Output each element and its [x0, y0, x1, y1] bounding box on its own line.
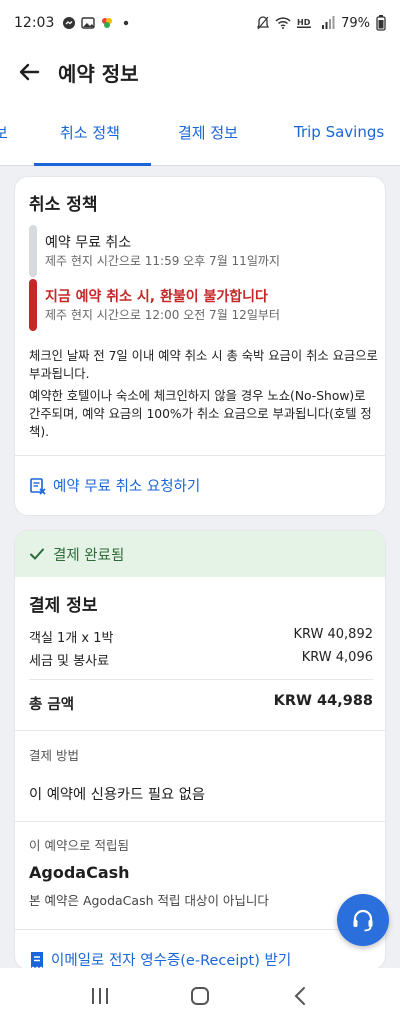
tab-hotel-partial[interactable]: 보: [0, 98, 8, 166]
payment-title: 결제 정보: [29, 596, 98, 616]
agodacash-brand: AgodaCash: [29, 863, 130, 882]
gallery-icon: [81, 17, 96, 29]
price-row-tax: 세금 및 봉사료 KRW 4,096: [29, 650, 373, 669]
customer-support-button[interactable]: [337, 894, 389, 946]
home-icon: [191, 987, 209, 1005]
no-refund-start: 제주 현지 시간으로 12:00 오전 7월 12일부터: [45, 308, 280, 322]
tab-indicator: [34, 163, 151, 166]
policy-paragraph-1: 체크인 날짜 전 7일 이내 예약 취소 시 총 숙박 요금이 취소 요금으로 …: [29, 349, 378, 381]
agodacash-note: 본 예약은 AgodaCash 적립 대상이 아닙니다: [29, 893, 269, 908]
hd-voice-icon: HD: [297, 18, 312, 28]
home-button[interactable]: [180, 976, 220, 1016]
payment-method-value: 이 예약에 신용카드 필요 없음: [29, 787, 206, 803]
price-row-label: 객실 1개 x 1박: [29, 631, 114, 646]
free-cancel-deadline: 제주 현지 시간으로 11:59 오후 7월 11일까지: [45, 254, 280, 268]
tab-cancellation-policy[interactable]: 취소 정책: [60, 98, 120, 166]
cancel-document-icon: [30, 477, 46, 495]
photos-icon: [102, 18, 113, 28]
app-bar: 예약 정보: [0, 46, 400, 98]
back-button[interactable]: [0, 46, 58, 98]
divider: [15, 730, 385, 731]
back-chevron-icon: [294, 987, 305, 1005]
payment-status-banner: 결제 완료됨: [15, 531, 385, 577]
receipt-icon: [31, 951, 43, 968]
total-label: 총 금액: [29, 697, 75, 713]
policy-title: 취소 정책: [29, 195, 98, 215]
free-cancel-bar: [29, 225, 37, 277]
back-nav-button[interactable]: [280, 976, 320, 1016]
earned-label: 이 예약으로 적립됨: [29, 838, 129, 853]
battery-percent: 79%: [341, 15, 370, 31]
recent-apps-button[interactable]: [80, 976, 120, 1016]
request-free-cancel-link[interactable]: 예약 무료 취소 요청하기: [29, 475, 200, 496]
dot-icon: [124, 20, 129, 26]
signal-icon: [322, 16, 335, 29]
payment-card: 결제 완료됨 결제 정보 객실 1개 x 1박 KRW 40,892 세금 및 …: [14, 530, 386, 970]
price-row-value: KRW 40,892: [293, 627, 373, 642]
alarm-icon: [257, 16, 270, 30]
status-time: 12:03: [14, 15, 55, 31]
divider: [15, 929, 385, 930]
back-arrow-icon: [19, 63, 40, 81]
total-value: KRW 44,988: [273, 693, 373, 709]
messenger-icon: [63, 17, 76, 29]
email-receipt-label: 이메일로 전자 영수증(e-Receipt) 받기: [51, 953, 292, 969]
divider: [29, 679, 373, 680]
price-row-value: KRW 4,096: [301, 650, 373, 665]
page-title: 예약 정보: [58, 61, 139, 86]
cancellation-policy-card: 취소 정책 예약 무료 취소 제주 현지 시간으로 11:59 오후 7월 11…: [14, 176, 386, 516]
section-tabs: 보 취소 정책 결제 정보 Trip Savings: [0, 98, 400, 166]
no-refund-label: 지금 예약 취소 시, 환불이 불가합니다: [45, 289, 268, 305]
price-row-label: 세금 및 봉사료: [29, 654, 110, 669]
email-receipt-link[interactable]: 이메일로 전자 영수증(e-Receipt) 받기: [29, 949, 292, 969]
divider: [15, 821, 385, 822]
payment-method-label: 결제 방법: [29, 748, 79, 763]
headset-icon: [353, 909, 373, 932]
wifi-icon: [275, 17, 291, 29]
price-row-room: 객실 1개 x 1박 KRW 40,892: [29, 627, 373, 646]
no-refund-bar: [29, 279, 37, 331]
payment-status-label: 결제 완료됨: [53, 547, 125, 564]
check-icon: [30, 548, 44, 560]
status-bar: 12:03 HD 79%: [0, 0, 400, 46]
tab-trip-savings[interactable]: Trip Savings: [294, 98, 384, 166]
notification-icons: [62, 16, 133, 30]
tab-payment-info[interactable]: 결제 정보: [178, 98, 238, 166]
free-cancel-label: 예약 무료 취소: [45, 235, 132, 251]
divider: [15, 455, 385, 456]
battery-icon: [376, 15, 386, 31]
svg-text:HD: HD: [297, 18, 311, 27]
system-status: HD 79%: [257, 15, 386, 31]
request-free-cancel-label: 예약 무료 취소 요청하기: [53, 479, 201, 495]
recent-apps-icon: [92, 988, 108, 1004]
policy-paragraph-2: 예약한 호텔이나 숙소에 체크인하지 않을 경우 노쇼(No-Show)로 간주…: [29, 389, 372, 439]
system-nav-bar: [0, 968, 400, 1024]
total-row: 총 금액 KRW 44,988: [29, 693, 373, 714]
